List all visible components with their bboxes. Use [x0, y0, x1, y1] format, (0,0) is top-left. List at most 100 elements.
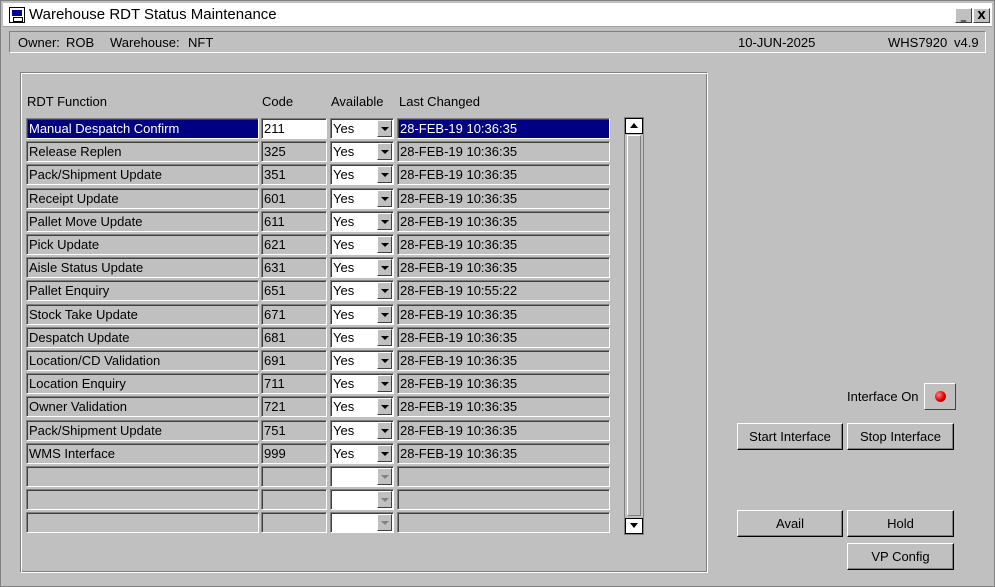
chevron-down-icon[interactable]	[377, 398, 392, 415]
code-cell[interactable]: 601	[261, 188, 327, 209]
available-select[interactable]: Yes	[330, 257, 394, 278]
code-cell[interactable]: 631	[261, 257, 327, 278]
code-cell[interactable]	[261, 489, 327, 510]
available-select[interactable]: Yes	[330, 304, 394, 325]
empty-table-row[interactable]	[26, 489, 611, 510]
code-cell[interactable]: 691	[261, 350, 327, 371]
last-changed-cell[interactable]: 28-FEB-19 10:36:35	[397, 257, 610, 278]
table-row[interactable]: Location/CD Validation 691 Yes 28-FEB-19 10…	[26, 350, 611, 371]
table-row[interactable]: Pallet Enquiry 651 Yes 28-FEB-19 10:55:22	[26, 280, 611, 301]
rdt-function-cell[interactable]: Location/CD Validation	[26, 350, 259, 371]
rdt-function-cell[interactable]: Location Enquiry	[26, 373, 259, 394]
empty-table-row[interactable]	[26, 512, 611, 533]
available-select[interactable]	[330, 512, 394, 533]
vertical-scrollbar[interactable]	[624, 117, 644, 535]
available-select[interactable]: Yes	[330, 118, 394, 139]
rdt-function-cell[interactable]: Receipt Update	[26, 188, 259, 209]
chevron-down-icon[interactable]	[377, 352, 392, 369]
rdt-function-cell[interactable]: Release Replen	[26, 141, 259, 162]
code-cell[interactable]: 681	[261, 327, 327, 348]
available-select[interactable]: Yes	[330, 188, 394, 209]
chevron-down-icon[interactable]	[377, 166, 392, 183]
rdt-function-cell[interactable]: Pallet Enquiry	[26, 280, 259, 301]
scroll-down-icon[interactable]	[625, 518, 643, 534]
minimize-button[interactable]: _	[955, 8, 972, 23]
available-select[interactable]: Yes	[330, 141, 394, 162]
available-select[interactable]: Yes	[330, 211, 394, 232]
chevron-down-icon[interactable]	[377, 259, 392, 276]
chevron-down-icon[interactable]	[377, 375, 392, 392]
available-select[interactable]: Yes	[330, 327, 394, 348]
available-select[interactable]: Yes	[330, 443, 394, 464]
available-select[interactable]: Yes	[330, 373, 394, 394]
last-changed-cell[interactable]: 28-FEB-19 10:36:35	[397, 141, 610, 162]
code-cell[interactable]	[261, 466, 327, 487]
table-row[interactable]: Aisle Status Update 631 Yes 28-FEB-19 10:36…	[26, 257, 611, 278]
last-changed-cell[interactable]: 28-FEB-19 10:36:35	[397, 350, 610, 371]
empty-table-row[interactable]	[26, 466, 611, 487]
code-cell[interactable]: 351	[261, 164, 327, 185]
chevron-down-icon[interactable]	[377, 306, 392, 323]
chevron-down-icon[interactable]	[377, 514, 392, 531]
table-row[interactable]: Manual Despatch Confirm 211 Yes 28-FEB-19 1…	[26, 118, 611, 139]
table-row[interactable]: Pallet Move Update 611 Yes 28-FEB-19 10:36:…	[26, 211, 611, 232]
available-select[interactable]: Yes	[330, 420, 394, 441]
code-cell[interactable]: 621	[261, 234, 327, 255]
rdt-function-cell[interactable]: Owner Validation	[26, 396, 259, 417]
code-cell[interactable]: 651	[261, 280, 327, 301]
last-changed-cell[interactable]: 28-FEB-19 10:36:35	[397, 234, 610, 255]
available-select[interactable]: Yes	[330, 350, 394, 371]
table-row[interactable]: Release Replen 325 Yes 28-FEB-19 10:36:35	[26, 141, 611, 162]
last-changed-cell[interactable]	[397, 466, 610, 487]
code-cell[interactable]: 721	[261, 396, 327, 417]
table-row[interactable]: Location Enquiry 711 Yes 28-FEB-19 10:36:35	[26, 373, 611, 394]
rdt-function-cell[interactable]: Despatch Update	[26, 327, 259, 348]
available-select[interactable]: Yes	[330, 280, 394, 301]
close-button[interactable]: X	[973, 8, 990, 23]
available-select[interactable]	[330, 466, 394, 487]
table-row[interactable]: Pick Update 621 Yes 28-FEB-19 10:36:35	[26, 234, 611, 255]
rdt-function-cell[interactable]	[26, 489, 259, 510]
rdt-function-cell[interactable]: Pallet Move Update	[26, 211, 259, 232]
code-cell[interactable]: 211	[261, 118, 327, 139]
last-changed-cell[interactable]: 28-FEB-19 10:36:35	[397, 188, 610, 209]
chevron-down-icon[interactable]	[377, 329, 392, 346]
last-changed-cell[interactable]: 28-FEB-19 10:36:35	[397, 304, 610, 325]
table-row[interactable]: WMS Interface 999 Yes 28-FEB-19 10:36:35	[26, 443, 611, 464]
vp-config-button[interactable]: VP Config	[847, 543, 954, 570]
table-row[interactable]: Pack/Shipment Update 751 Yes 28-FEB-19 10:3…	[26, 420, 611, 441]
start-interface-button[interactable]: Start Interface	[737, 423, 843, 450]
rdt-function-cell[interactable]: Pack/Shipment Update	[26, 164, 259, 185]
last-changed-cell[interactable]: 28-FEB-19 10:36:35	[397, 420, 610, 441]
last-changed-cell[interactable]	[397, 512, 610, 533]
code-cell[interactable]: 325	[261, 141, 327, 162]
chevron-down-icon[interactable]	[377, 445, 392, 462]
rdt-function-cell[interactable]: WMS Interface	[26, 443, 259, 464]
table-row[interactable]: Pack/Shipment Update 351 Yes 28-FEB-19 10:3…	[26, 164, 611, 185]
last-changed-cell[interactable]: 28-FEB-19 10:55:22	[397, 280, 610, 301]
code-cell[interactable]: 711	[261, 373, 327, 394]
chevron-down-icon[interactable]	[377, 190, 392, 207]
last-changed-cell[interactable]: 28-FEB-19 10:36:35	[397, 211, 610, 232]
available-select[interactable]: Yes	[330, 164, 394, 185]
chevron-down-icon[interactable]	[377, 236, 392, 253]
scroll-up-icon[interactable]	[625, 118, 643, 134]
available-select[interactable]	[330, 489, 394, 510]
chevron-down-icon[interactable]	[377, 491, 392, 508]
scrollbar-track[interactable]	[627, 135, 641, 516]
rdt-function-cell[interactable]: Aisle Status Update	[26, 257, 259, 278]
table-row[interactable]: Stock Take Update 671 Yes 28-FEB-19 10:36:3…	[26, 304, 611, 325]
last-changed-cell[interactable]: 28-FEB-19 10:36:35	[397, 443, 610, 464]
stop-interface-button[interactable]: Stop Interface	[847, 423, 954, 450]
code-cell[interactable]: 611	[261, 211, 327, 232]
table-row[interactable]: Despatch Update 681 Yes 28-FEB-19 10:36:35	[26, 327, 611, 348]
last-changed-cell[interactable]: 28-FEB-19 10:36:35	[397, 164, 610, 185]
table-row[interactable]: Receipt Update 601 Yes 28-FEB-19 10:36:35	[26, 188, 611, 209]
available-select[interactable]: Yes	[330, 396, 394, 417]
chevron-down-icon[interactable]	[377, 120, 392, 137]
rdt-function-cell[interactable]: Pack/Shipment Update	[26, 420, 259, 441]
chevron-down-icon[interactable]	[377, 468, 392, 485]
rdt-function-cell[interactable]: Manual Despatch Confirm	[26, 118, 259, 139]
last-changed-cell[interactable]: 28-FEB-19 10:36:35	[397, 327, 610, 348]
avail-button[interactable]: Avail	[737, 510, 843, 537]
